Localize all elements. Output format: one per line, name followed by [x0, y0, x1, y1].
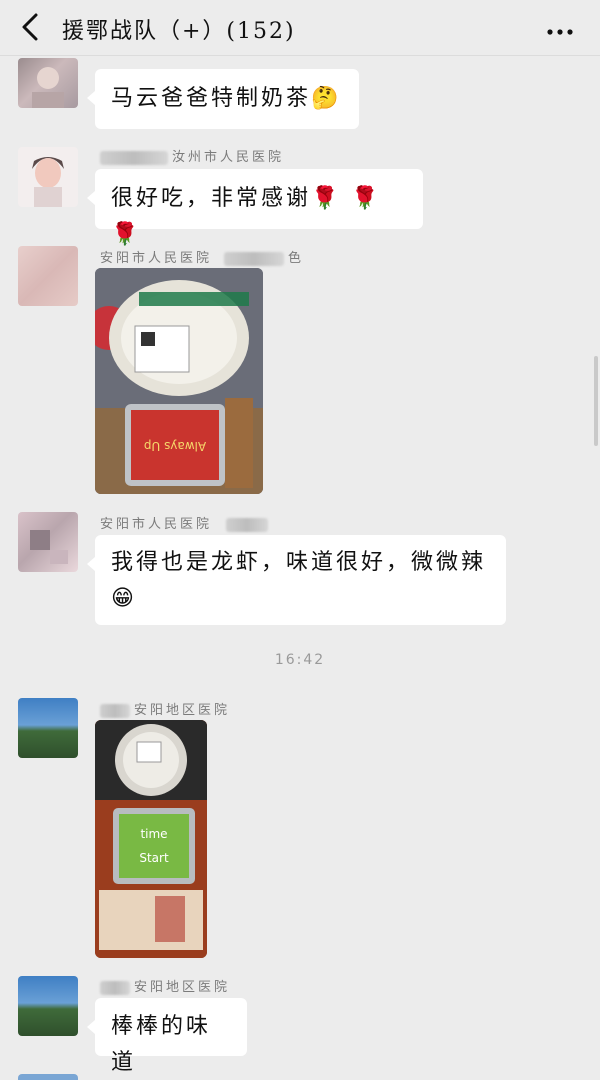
- avatar[interactable]: [18, 512, 78, 572]
- avatar[interactable]: [18, 698, 78, 758]
- back-button[interactable]: [18, 12, 44, 42]
- sender-label: 安阳地区医院: [134, 980, 231, 995]
- grinning-emoji-icon: 😁: [111, 586, 137, 611]
- svg-text:time: time: [140, 827, 167, 841]
- sender-suffix: 色: [288, 251, 305, 266]
- message-bubble[interactable]: 棒棒的味道: [87, 998, 247, 1075]
- message-list[interactable]: 马云爸爸特制奶茶🤔 汝州市人民医院 很好吃，非常感谢🌹 🌹 🌹 安阳市人民医院 色…: [0, 56, 600, 1080]
- timestamp: 16:42: [274, 652, 326, 668]
- chat-header: 援鄂战队（+）(152): [0, 0, 600, 56]
- avatar[interactable]: [18, 1074, 78, 1080]
- more-dots-icon: [546, 22, 574, 41]
- sender-label: 安阳市人民医院: [100, 251, 213, 266]
- sender-name: 安阳市人民医院 色: [100, 247, 304, 266]
- scrollbar[interactable]: [594, 356, 598, 446]
- sender-name: 安阳地区医院: [100, 699, 230, 718]
- message-text: 棒棒的味道: [111, 1014, 212, 1075]
- food-box-photo-icon: time Start: [95, 720, 207, 958]
- message-bubble[interactable]: 马云爸爸特制奶茶🤔: [87, 69, 359, 129]
- message-text: 很好吃，非常感谢: [111, 186, 312, 211]
- chat-title: 援鄂战队（+）(152): [62, 19, 296, 44]
- avatar[interactable]: [18, 246, 78, 306]
- avatar[interactable]: [18, 976, 78, 1036]
- sender-label: 汝州市人民医院: [172, 150, 285, 165]
- svg-text:Start: Start: [139, 851, 169, 865]
- sender-name: 安阳地区医院: [100, 976, 230, 995]
- message-bubble[interactable]: 很好吃，非常感谢🌹 🌹 🌹: [87, 169, 423, 247]
- svg-text:Always Up: Always Up: [144, 439, 206, 453]
- message-bubble[interactable]: 我得也是龙虾，味道很好，微微辣 😁: [87, 535, 506, 625]
- sender-label: 安阳地区医院: [134, 703, 231, 718]
- message-text: 我得也是龙虾，味道很好，微微辣: [111, 550, 487, 575]
- avatar[interactable]: [18, 58, 78, 108]
- milk-tea-photo-icon: Always Up: [95, 268, 263, 494]
- message-text: 马云爸爸特制奶茶: [111, 86, 312, 111]
- sender-name: 汝州市人民医院: [100, 146, 284, 165]
- chevron-left-icon: [18, 13, 44, 46]
- food-photo[interactable]: Always Up: [95, 268, 263, 494]
- avatar[interactable]: [18, 147, 78, 207]
- more-button[interactable]: [546, 22, 574, 35]
- sender-name: 安阳市人民医院: [100, 513, 272, 532]
- thinking-emoji-icon: 🤔: [311, 86, 342, 111]
- sender-label: 安阳市人民医院: [100, 517, 213, 532]
- food-photo[interactable]: time Start: [95, 720, 207, 958]
